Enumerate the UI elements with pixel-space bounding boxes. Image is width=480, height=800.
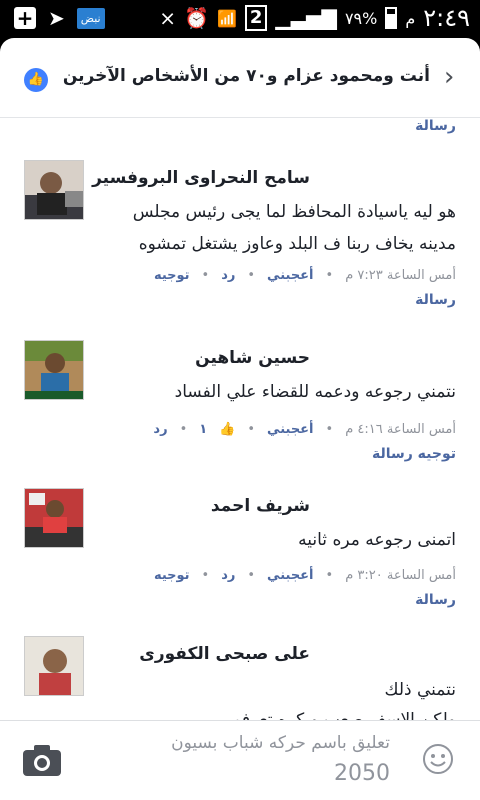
- like-count[interactable]: ١: [199, 422, 207, 437]
- status-bar: + ➤ نبض ⨯ ⏰ 📶 2 ▁▃▅▇ ٧٩% م ٢:٤٩: [0, 0, 480, 38]
- like-link[interactable]: أعجبني: [267, 568, 313, 583]
- reactions-header[interactable]: 👍 أنت ومحمود عزام و٧٠ من الأشخاص الآخرين…: [0, 38, 480, 118]
- comment-input[interactable]: 2050: [334, 761, 390, 786]
- reply-link[interactable]: رد: [221, 268, 235, 283]
- avatar[interactable]: [24, 488, 84, 548]
- signal-icon: ▁▃▅▇: [275, 6, 337, 30]
- comment-actions: أمس الساعة ٤:١٦ م • أعجبني • 👍 ١ • رد: [153, 422, 456, 437]
- comment-text: نتمني رجوعه ودعمه للقضاء علي الفساد: [174, 382, 456, 402]
- message-link[interactable]: رسالة: [415, 592, 456, 608]
- comment-author[interactable]: حسين شاهين: [195, 348, 310, 368]
- message-link[interactable]: رسالة: [415, 292, 456, 308]
- reply-link[interactable]: رد: [153, 422, 167, 437]
- status-right-icons: ⨯ ⏰ 📶 2 ▁▃▅▇ ٧٩% م ٢:٤٩: [159, 4, 470, 32]
- comments-sheet: 👍 أنت ومحمود عزام و٧٠ من الأشخاص الآخرين…: [0, 38, 480, 800]
- wifi-icon: 📶: [216, 8, 237, 28]
- mute-icon: ⨯: [159, 6, 177, 30]
- comment-input-placeholder[interactable]: تعليق باسم حركه شباب بسيون: [171, 733, 390, 753]
- comment-text: اتمنى رجوعه مره ثانيه: [298, 530, 456, 550]
- battery-percent: ٧٩%: [344, 8, 378, 28]
- like-badge-icon: 👍: [24, 68, 48, 92]
- like-link[interactable]: أعجبني: [267, 268, 313, 283]
- comment-text: ولكن الاسف صعب وبكره تعرفو: [233, 710, 456, 720]
- avatar[interactable]: [24, 340, 84, 400]
- forward-link[interactable]: توجيه: [154, 268, 190, 283]
- alarm-icon: ⏰: [184, 6, 209, 30]
- comment-author[interactable]: على صبحى الكفورى: [139, 644, 310, 664]
- comment-time: أمس الساعة ٤:١٦ م: [345, 422, 456, 437]
- clock: ٢:٤٩: [423, 4, 470, 32]
- battery-icon: [385, 7, 398, 29]
- ampm-label: م: [405, 8, 416, 28]
- sim-icon: 2: [244, 5, 268, 31]
- message-link[interactable]: رسالة: [415, 118, 456, 134]
- chevron-right-icon[interactable]: ‹: [444, 62, 454, 92]
- app-notification-icon: نبض: [76, 7, 105, 29]
- like-thumb-icon: 👍: [219, 422, 236, 437]
- comments-list[interactable]: رسالة سامح النحراوى البروفسير هو ليه ياس…: [0, 118, 480, 720]
- comment-text: هو ليه ياسيادة المحافظ لما يجى رئيس مجلس…: [132, 202, 456, 254]
- reactions-summary[interactable]: أنت ومحمود عزام و٧٠ من الأشخاص الآخرين: [63, 66, 430, 86]
- add-icon: +: [14, 7, 36, 29]
- comment-composer: تعليق باسم حركه شباب بسيون 2050: [0, 720, 480, 800]
- like-link[interactable]: أعجبني: [267, 422, 313, 437]
- reply-link[interactable]: رد: [221, 568, 235, 583]
- avatar[interactable]: [24, 160, 84, 220]
- comment-actions: أمس الساعة ٣:٢٠ م • أعجبني • رد • توجيه: [153, 568, 456, 583]
- forward-message-link[interactable]: توجيه رسالة: [372, 446, 456, 462]
- comment-actions: أمس الساعة ٧:٢٣ م • أعجبني • رد • توجيه: [153, 268, 456, 283]
- comment-text: نتمني ذلك: [384, 680, 456, 700]
- avatar[interactable]: [24, 636, 84, 696]
- send-icon: ➤: [48, 6, 65, 30]
- camera-icon[interactable]: [22, 743, 62, 777]
- status-left-icons: + ➤ نبض: [14, 6, 105, 30]
- comment-time: أمس الساعة ٣:٢٠ م: [345, 568, 456, 583]
- comment-author[interactable]: سامح النحراوى البروفسير: [92, 168, 310, 188]
- emoji-icon[interactable]: [422, 743, 454, 775]
- forward-link[interactable]: توجيه: [154, 568, 190, 583]
- comment-time: أمس الساعة ٧:٢٣ م: [345, 268, 456, 283]
- comment-author[interactable]: شريف احمد: [211, 496, 310, 516]
